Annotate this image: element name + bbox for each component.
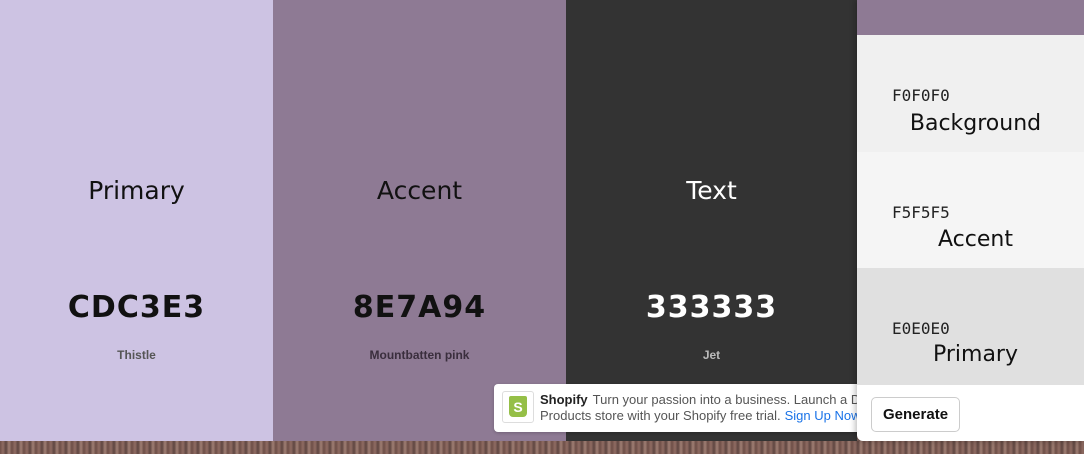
swatch-color-name: Thistle (117, 348, 156, 362)
background-texture (0, 441, 1084, 454)
ad-line-1: Turn your passion into a business. Launc… (592, 392, 857, 407)
panel-row-hex: F5F5F5 (892, 203, 950, 222)
swatch-hex-code[interactable]: 333333 (566, 290, 857, 325)
panel-row-hex: F0F0F0 (892, 86, 950, 105)
swatch-text[interactable]: Text 333333 Jet (566, 0, 857, 441)
panel-accent-header (857, 0, 1084, 35)
panel-row-background[interactable]: F0F0F0 Background (857, 35, 1084, 152)
shopify-ad-banner[interactable]: S Shopify Turn your passion into a busine… (494, 384, 857, 432)
swatch-role-label: Primary (88, 176, 185, 205)
shopify-logo-icon: S (502, 391, 534, 423)
swatch-primary[interactable]: Primary CDC3E3 Thistle (0, 0, 273, 441)
panel-row-primary[interactable]: E0E0E0 Primary (857, 268, 1084, 385)
panel-row-accent[interactable]: F5F5F5 Accent (857, 152, 1084, 268)
panel-row-role: Accent (938, 227, 1013, 252)
swatch-hex-code[interactable]: 8E7A94 (273, 290, 566, 325)
ad-line-2: Products store with your Shopify free tr… (540, 408, 781, 423)
swatch-role-label: Text (686, 176, 737, 205)
ad-brand: Shopify (540, 392, 588, 407)
generate-button[interactable]: Generate (871, 397, 961, 432)
panel-row-role: Primary (932, 342, 1018, 367)
panel-row-hex: E0E0E0 (892, 319, 950, 338)
swatch-accent[interactable]: Accent 8E7A94 Mountbatten pink (273, 0, 566, 441)
swatch-role-label: Accent (376, 176, 463, 205)
swatch-color-name: Jet (702, 348, 721, 362)
swatch-color-name: Mountbatten pink (369, 348, 470, 362)
panel-row-role: Background (909, 111, 1042, 136)
ad-text: Shopify Turn your passion into a business… (540, 392, 857, 424)
palette-side-panel: F0F0F0 Background F5F5F5 Accent E0E0E0 P… (857, 0, 1084, 441)
swatch-hex-code[interactable]: CDC3E3 (0, 290, 273, 325)
ad-signup-link[interactable]: Sign Up Now (785, 408, 857, 423)
